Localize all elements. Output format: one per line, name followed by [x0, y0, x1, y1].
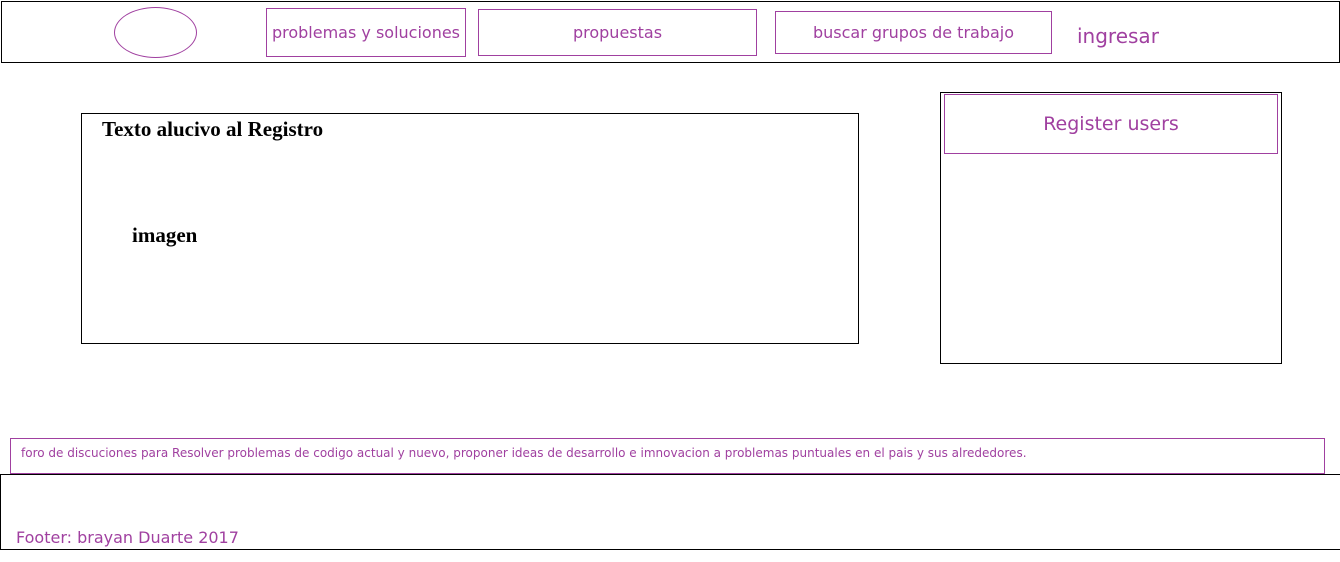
image-placeholder: imagen [132, 223, 198, 247]
logo-placeholder[interactable] [114, 7, 197, 58]
nav-propuestas-button[interactable]: propuestas [478, 9, 757, 56]
footer-text: Footer: brayan Duarte 2017 [16, 528, 239, 547]
nav-buscar-grupos-button[interactable]: buscar grupos de trabajo [775, 11, 1052, 54]
main-content-box [81, 113, 859, 344]
main-title: Texto alucivo al Registro [102, 117, 324, 141]
register-users-button[interactable]: Register users [944, 94, 1278, 154]
login-link[interactable]: ingresar [1077, 24, 1159, 48]
site-description: foro de discuciones para Resolver proble… [10, 438, 1325, 474]
nav-problemas-button[interactable]: problemas y soluciones [266, 8, 466, 57]
